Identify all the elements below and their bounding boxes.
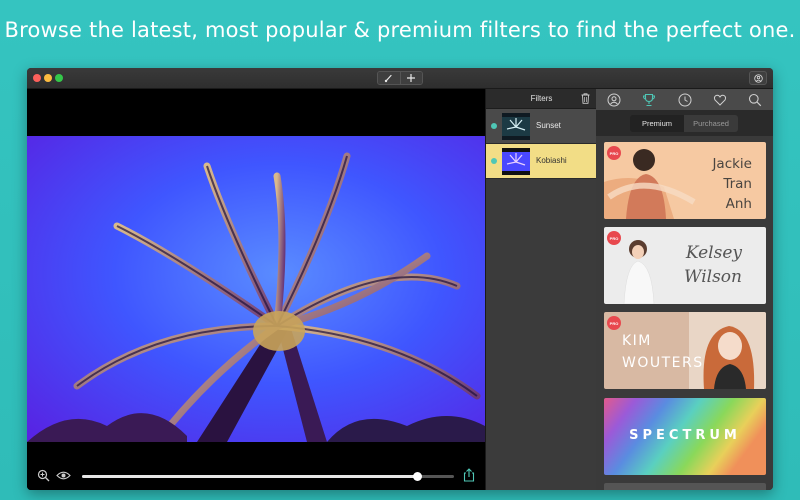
pro-badge: PRO (607, 316, 621, 330)
filters-panel: Filters Sunset Kobiashi (485, 89, 596, 490)
filter-row-kobiashi[interactable]: Kobiashi (486, 144, 596, 179)
filter-pack-card[interactable]: SPECTRUM (604, 398, 766, 475)
eye-icon[interactable] (56, 470, 71, 481)
pro-badge: PRO (607, 231, 621, 245)
filter-thumbnail (502, 148, 530, 175)
filter-pack-card[interactable]: PRO KIM WOUTERS (604, 312, 766, 389)
tab-featured[interactable] (596, 89, 631, 111)
tab-recent[interactable] (667, 89, 702, 111)
filter-pack-card[interactable] (604, 483, 766, 490)
trophy-icon (643, 93, 656, 106)
brush-button[interactable] (378, 72, 400, 84)
search-icon (749, 93, 762, 106)
filter-pack-card[interactable]: PRO Jackie Tran Anh (604, 142, 766, 219)
title-bar (27, 68, 773, 89)
filter-store-panel: Premium Purchased PRO Jackie Tran Anh PR… (596, 89, 773, 490)
card-title-line: Tran (723, 176, 752, 192)
brush-icon (384, 74, 392, 83)
marketing-headline: Browse the latest, most popular & premiu… (4, 18, 796, 42)
pro-badge: PRO (607, 146, 621, 160)
filter-pack-list: PRO Jackie Tran Anh PRO Kelsey Wilson PR… (596, 137, 773, 490)
zoom-button[interactable] (55, 74, 63, 82)
minimize-button[interactable] (44, 74, 52, 82)
slider-thumb[interactable] (412, 472, 422, 481)
filter-label: Kobiashi (536, 156, 567, 165)
heart-icon (713, 94, 726, 106)
share-icon[interactable] (463, 468, 475, 482)
card-title: Kelsey Wilson (684, 241, 742, 289)
slider-fill (82, 475, 417, 478)
add-button[interactable] (399, 72, 422, 84)
trash-icon[interactable] (581, 93, 590, 104)
filter-status-dot (491, 123, 497, 129)
segment-premium[interactable]: Premium (630, 115, 684, 132)
clock-icon (678, 93, 692, 106)
tab-search[interactable] (738, 89, 773, 111)
filter-pack-card[interactable]: PRO Kelsey Wilson (604, 227, 766, 304)
store-nav (596, 89, 773, 111)
card-title-line: Jackie (712, 156, 752, 172)
intensity-slider[interactable] (82, 472, 454, 481)
card-title: Jackie Tran Anh (712, 154, 752, 214)
filter-row-sunset[interactable]: Sunset (486, 109, 596, 144)
toolbar-segment (377, 71, 423, 85)
card-title: SPECTRUM (629, 428, 741, 443)
card-title-line: WOUTERS (622, 355, 704, 371)
filter-status-dot (491, 158, 497, 164)
tab-favorites[interactable] (702, 89, 737, 111)
account-icon (753, 73, 763, 83)
account-button[interactable] (749, 71, 767, 85)
card-title-line: Kelsey (685, 243, 742, 263)
tab-popular[interactable] (631, 89, 666, 111)
card-title-line: Wilson (684, 267, 742, 287)
zoom-in-icon[interactable] (37, 469, 50, 482)
card-title-line: KIM (622, 333, 652, 349)
photo-canvas (27, 136, 485, 442)
featured-icon (607, 93, 621, 106)
card-title-line: Anh (725, 196, 752, 212)
app-window: Filters Sunset Kobiashi Premium Purchase… (27, 68, 773, 490)
store-segment-control: Premium Purchased (596, 111, 773, 136)
close-button[interactable] (33, 74, 41, 82)
image-toolbar (27, 462, 485, 490)
filter-thumbnail (502, 113, 530, 140)
filters-header: Filters (486, 89, 596, 109)
segment-purchased[interactable]: Purchased (684, 115, 738, 132)
filter-label: Sunset (536, 121, 561, 130)
plus-icon (407, 74, 416, 82)
card-title: KIM WOUTERS (622, 330, 704, 374)
image-preview-pane (27, 89, 485, 490)
